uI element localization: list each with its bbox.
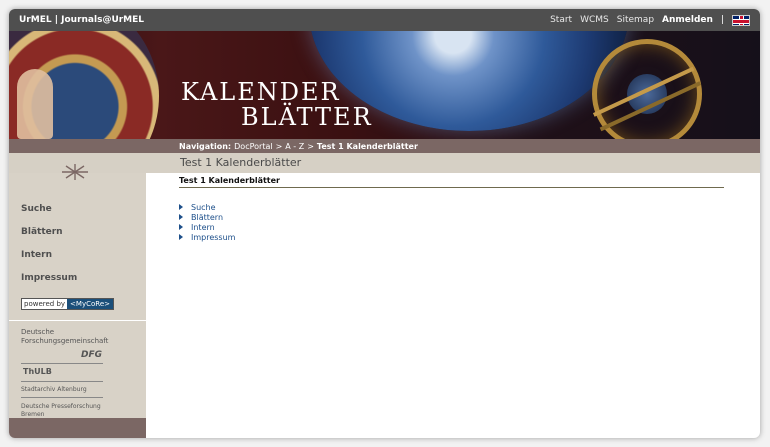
sidebar-item-blaettern[interactable]: Blättern	[21, 227, 77, 250]
sidebar-item-impressum[interactable]: Impressum	[21, 273, 77, 296]
logo-text-line1: KALENDER	[181, 78, 341, 106]
site-brand[interactable]: UrMEL | Journals@UrMEL	[19, 15, 144, 25]
uk-flag-icon[interactable]	[732, 14, 750, 26]
arrow-right-icon	[179, 224, 183, 230]
breadcrumb-a-z[interactable]: A - Z	[285, 142, 304, 151]
arrow-right-icon	[179, 214, 183, 220]
sponsor-divider	[21, 381, 103, 382]
content-heading: Test 1 Kalenderblätter	[179, 176, 724, 188]
powered-by-mycore-badge[interactable]: powered by <MyCoRe>	[21, 298, 114, 310]
sidebar-menu: Suche Blättern Intern Impressum	[21, 204, 77, 296]
dfg-text-line1: Deutsche	[21, 328, 55, 336]
arrow-right-icon	[179, 234, 183, 240]
dfg-text-line2: Forschungsgemeinschaft	[21, 337, 109, 345]
page-title: Test 1 Kalenderblätter	[180, 156, 302, 169]
sponsor-divider	[21, 363, 103, 364]
list-item[interactable]: Suche	[179, 202, 724, 212]
thulb-logo[interactable]: ThULB	[23, 367, 52, 376]
breadcrumb-label: Navigation:	[179, 141, 232, 151]
header-banner: KALENDER BLÄTTER	[9, 31, 760, 139]
presseforschung-line1[interactable]: Deutsche Presseforschung	[21, 403, 101, 410]
link-intern[interactable]: Intern	[191, 223, 215, 232]
figure-image	[17, 69, 53, 139]
powered-by-label: powered by	[22, 299, 68, 309]
title-bar: Test 1 Kalenderblätter	[9, 153, 760, 173]
breadcrumb-separator: >	[307, 141, 314, 151]
stadtarchiv-logo[interactable]: Stadtarchiv Altenburg	[21, 386, 87, 393]
top-nav-wcms[interactable]: WCMS	[580, 15, 609, 25]
link-suche[interactable]: Suche	[191, 203, 216, 212]
sidebar-item-suche[interactable]: Suche	[21, 204, 77, 227]
top-nav-separator: |	[720, 15, 724, 25]
sponsor-divider	[21, 397, 103, 398]
ornament-icon	[62, 164, 88, 180]
list-item[interactable]: Blättern	[179, 212, 724, 222]
top-bar: UrMEL | Journals@UrMEL Start WCMS Sitema…	[9, 9, 760, 31]
arrow-right-icon	[179, 204, 183, 210]
logo-text-line2: BLÄTTER	[241, 103, 373, 131]
content-link-list: Suche Blättern Intern Impressum	[179, 202, 724, 242]
list-item[interactable]: Intern	[179, 222, 724, 232]
breadcrumb-current: Test 1 Kalenderblätter	[316, 141, 418, 151]
link-impressum[interactable]: Impressum	[191, 233, 235, 242]
presseforschung-line2[interactable]: Bremen	[21, 411, 44, 418]
breadcrumb: Navigation: DocPortal > A - Z > Test 1 K…	[9, 139, 760, 153]
login-link[interactable]: Anmelden	[662, 15, 713, 25]
mycore-label: <MyCoRe>	[67, 299, 113, 309]
main-content: Test 1 Kalenderblätter Suche Blättern In…	[179, 173, 724, 242]
armillary-sphere-image	[592, 39, 702, 139]
breadcrumb-docportal[interactable]: DocPortal	[234, 142, 272, 151]
top-nav-start[interactable]: Start	[550, 15, 572, 25]
sidebar-footer-strip	[9, 418, 146, 438]
top-nav: Start WCMS Sitemap Anmelden |	[550, 14, 750, 26]
dfg-logo[interactable]: DFG	[81, 350, 102, 360]
sponsor-logos: Deutsche Forschungsgemeinschaft DFG ThUL…	[9, 320, 146, 420]
sidebar: Suche Blättern Intern Impressum powered …	[9, 164, 146, 420]
top-nav-sitemap[interactable]: Sitemap	[617, 15, 654, 25]
browser-frame: UrMEL | Journals@UrMEL Start WCMS Sitema…	[9, 9, 760, 438]
breadcrumb-separator: >	[275, 141, 283, 151]
link-blaettern[interactable]: Blättern	[191, 213, 223, 222]
list-item[interactable]: Impressum	[179, 232, 724, 242]
sidebar-item-intern[interactable]: Intern	[21, 250, 77, 273]
